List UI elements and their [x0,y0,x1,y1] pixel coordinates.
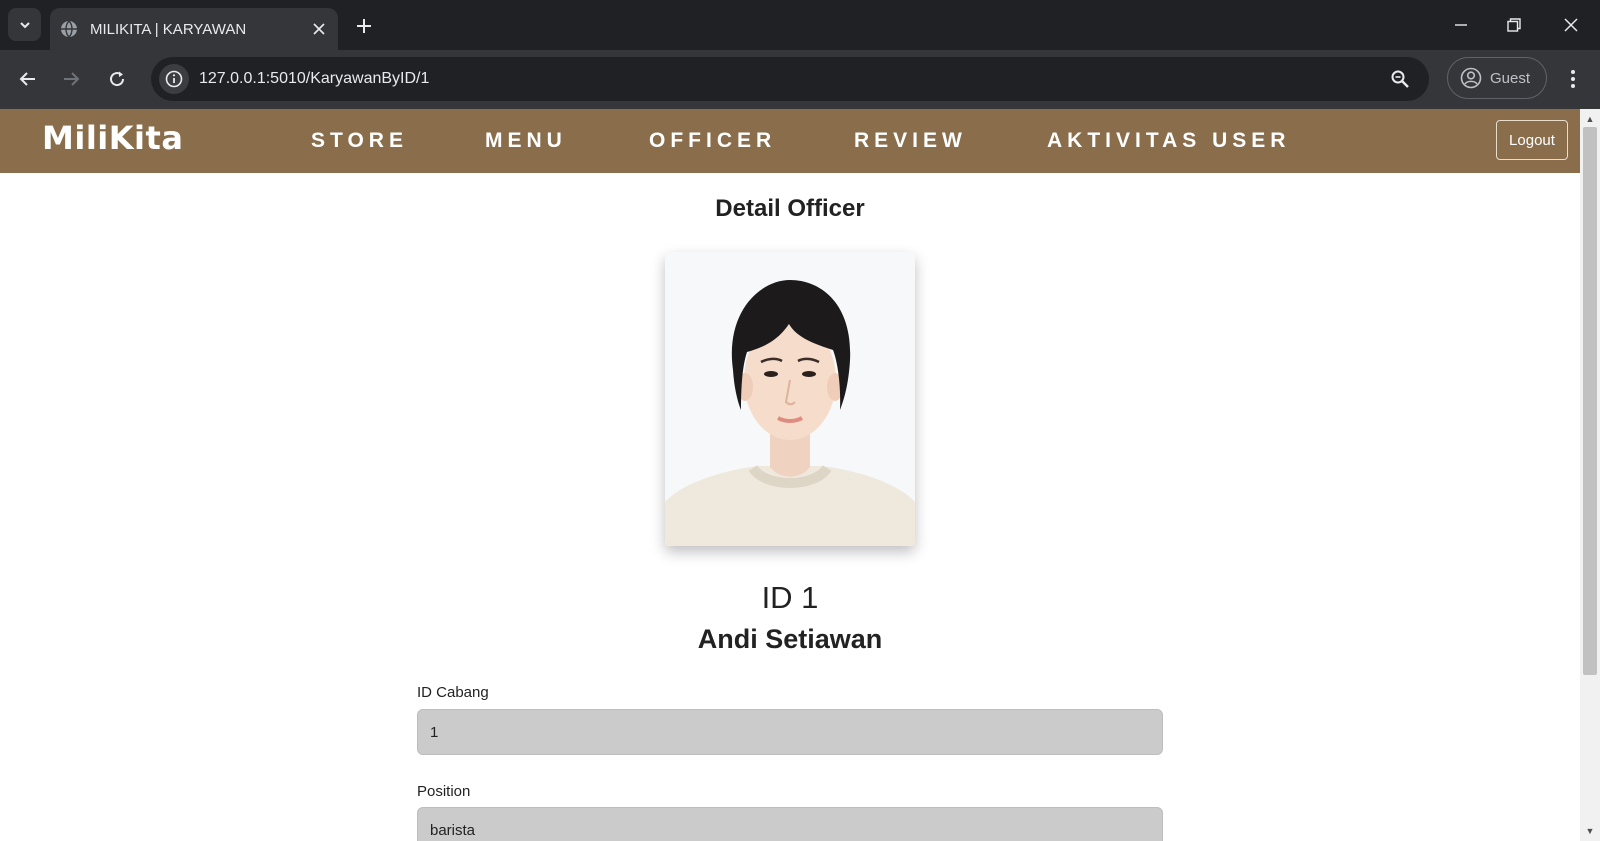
minimize-button[interactable] [1441,8,1481,41]
page-viewport: MiliKita STORE MENU OFFICER REVIEW AKTIV… [0,109,1580,841]
scroll-down-arrow-icon[interactable]: ▼ [1580,823,1600,839]
scrollbar-thumb[interactable] [1583,127,1597,675]
plus-icon [357,19,371,33]
tab-search-button[interactable] [8,8,41,41]
scroll-up-arrow-icon[interactable]: ▲ [1580,111,1600,127]
id-cabang-field[interactable]: 1 [417,709,1163,755]
browser-menu-button[interactable] [1558,63,1588,95]
nav-link-aktivitas-user[interactable]: AKTIVITAS USER [1047,129,1290,153]
nav-link-store[interactable]: STORE [311,129,408,153]
close-icon [1564,17,1578,32]
arrow-right-icon [64,72,80,86]
officer-name: Andi Setiawan [697,624,883,654]
site-navbar: MiliKita STORE MENU OFFICER REVIEW AKTIV… [0,109,1580,173]
browser-toolbar: 127.0.0.1:5010/KaryawanByID/1 Guest [0,50,1600,109]
url-text[interactable]: 127.0.0.1:5010/KaryawanByID/1 [199,70,1385,88]
position-field[interactable]: barista [417,807,1163,841]
tab-title: MILIKITA | KARYAWAN [90,20,247,38]
close-window-button[interactable] [1551,8,1591,41]
reload-button[interactable] [101,63,133,95]
zoom-icon[interactable] [1385,64,1415,94]
restore-icon [1507,17,1521,32]
minimize-icon [1455,23,1467,26]
officer-id: ID 1 [761,580,819,615]
nav-link-review[interactable]: REVIEW [854,129,967,153]
restore-button[interactable] [1494,8,1534,41]
page-scrollbar[interactable]: ▲ ▼ [1580,109,1600,841]
nav-link-officer[interactable]: OFFICER [649,129,776,153]
new-tab-button[interactable] [350,12,378,40]
arrow-left-icon [19,72,35,86]
forward-button[interactable] [55,63,87,95]
page-title: Detail Officer [715,195,865,222]
brand-logo[interactable]: MiliKita [42,119,183,157]
profile-label: Guest [1490,69,1531,87]
position-label: Position [417,783,471,800]
close-tab-icon[interactable] [310,20,328,38]
logout-button[interactable]: Logout [1496,120,1568,160]
nav-link-menu[interactable]: MENU [485,129,567,153]
account-icon [1460,67,1482,89]
back-button[interactable] [12,63,44,95]
browser-tab-bar: MILIKITA | KARYAWAN [0,0,1600,50]
officer-photo [665,252,915,546]
site-info-icon[interactable] [159,64,189,94]
address-bar[interactable]: 127.0.0.1:5010/KaryawanByID/1 [151,57,1429,101]
chevron-down-icon [19,21,30,28]
globe-icon [60,20,78,38]
profile-button[interactable]: Guest [1447,57,1547,99]
reload-icon [110,71,125,87]
id-cabang-label: ID Cabang [417,684,489,701]
more-vertical-icon [1571,70,1575,88]
browser-tab[interactable]: MILIKITA | KARYAWAN [50,8,338,50]
